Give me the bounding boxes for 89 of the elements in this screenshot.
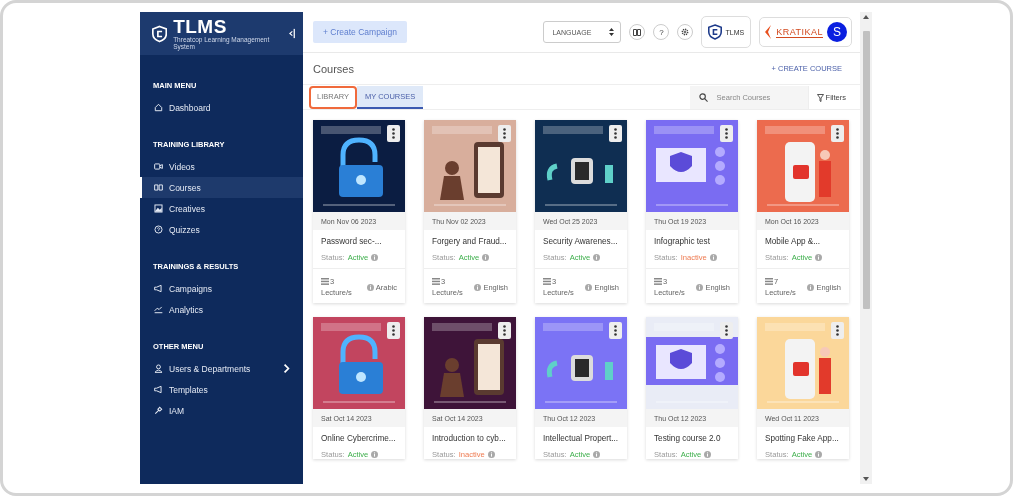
guide-button[interactable] [629, 24, 646, 40]
chevron-logo-icon [764, 25, 773, 39]
page-title: Courses [313, 62, 354, 75]
info-icon [366, 283, 374, 291]
course-title: Introduction to cyb... [432, 434, 507, 443]
scrollbar[interactable] [860, 12, 872, 484]
course-title: Password sec-... [321, 237, 383, 246]
info-icon [815, 451, 823, 458]
more-options-button[interactable] [387, 125, 400, 142]
home-icon [154, 103, 163, 112]
info-icon [696, 283, 704, 291]
more-options-button[interactable] [609, 125, 622, 142]
video-icon [154, 162, 163, 171]
course-title: Intellectual Propert... [543, 434, 619, 443]
megaphone-icon [154, 385, 163, 394]
question-icon [154, 225, 163, 234]
megaphone-icon [154, 284, 163, 293]
menu-item[interactable]: IAM [140, 400, 303, 421]
settings-icon [681, 28, 690, 36]
more-icon [725, 128, 728, 139]
sort-icon [609, 28, 615, 36]
course-title: Testing course 2.0 [654, 434, 722, 443]
course-title: Forgery and Fraud... [432, 237, 508, 246]
more-options-button[interactable] [831, 125, 844, 142]
info-icon [487, 451, 495, 458]
more-options-button[interactable] [609, 322, 622, 339]
collapse-icon[interactable] [289, 28, 295, 39]
menu-item[interactable]: Users & Departments [140, 358, 303, 379]
logo-text: TLMS [173, 17, 228, 36]
info-icon [704, 451, 712, 458]
more-icon [725, 325, 728, 336]
more-icon [503, 128, 506, 139]
key-icon [154, 406, 163, 415]
course-title: Security Awarenes... [543, 237, 619, 246]
info-icon [371, 451, 379, 458]
user-icon [154, 364, 163, 373]
info-icon [585, 283, 593, 291]
more-options-button[interactable] [498, 322, 511, 339]
filter-icon [816, 93, 824, 102]
info-icon [709, 254, 717, 261]
more-options-button[interactable] [720, 125, 733, 142]
course-title: Infographic test [654, 237, 711, 246]
info-icon [807, 283, 815, 291]
shield-logo-icon [152, 23, 168, 44]
info-icon [593, 254, 601, 261]
list-icon [543, 278, 551, 285]
more-icon [614, 325, 617, 336]
menu-item[interactable]: Creatives [140, 198, 303, 219]
scroll-up-icon[interactable] [863, 15, 869, 19]
chart-icon [154, 305, 163, 314]
menu-item[interactable]: Dashboard [140, 97, 303, 118]
more-icon [836, 325, 839, 336]
settings-button[interactable] [677, 24, 694, 40]
more-icon [392, 325, 395, 336]
list-icon [765, 278, 773, 285]
info-icon [815, 254, 823, 261]
more-icon [503, 325, 506, 336]
list-icon [654, 278, 662, 285]
info-icon [371, 254, 379, 261]
book-icon [633, 28, 642, 36]
more-icon [614, 128, 617, 139]
list-icon [321, 278, 329, 285]
list-icon [432, 278, 440, 285]
shield-icon [708, 24, 723, 40]
menu-item[interactable]: Quizzes [140, 219, 303, 240]
book-icon [154, 183, 163, 192]
info-icon [593, 451, 601, 458]
menu-item[interactable]: Campaigns [140, 278, 303, 299]
more-options-button[interactable] [498, 125, 511, 142]
info-icon [474, 283, 482, 291]
help-button[interactable]: ? [653, 24, 670, 40]
scroll-down-icon[interactable] [863, 477, 869, 481]
menu-item[interactable]: Courses [140, 177, 303, 198]
menu-item[interactable]: Videos [140, 156, 303, 177]
account-button[interactable]: KRATIKAL S [759, 17, 852, 47]
more-options-button[interactable] [831, 322, 844, 339]
menu-item[interactable]: Analytics [140, 299, 303, 320]
image-icon [154, 204, 163, 213]
more-icon [392, 128, 395, 139]
course-title: Mobile App &... [765, 237, 822, 246]
partner-logo-text: KRATIKAL [776, 26, 823, 38]
menu-item[interactable]: Templates [140, 379, 303, 400]
info-icon [482, 254, 490, 261]
avatar[interactable]: S [827, 22, 847, 42]
more-icon [836, 128, 839, 139]
more-options-button[interactable] [720, 322, 733, 339]
course-title: Spotting Fake App... [765, 434, 840, 443]
course-title: Online Cybercrime... [321, 434, 397, 443]
more-options-button[interactable] [387, 322, 400, 339]
